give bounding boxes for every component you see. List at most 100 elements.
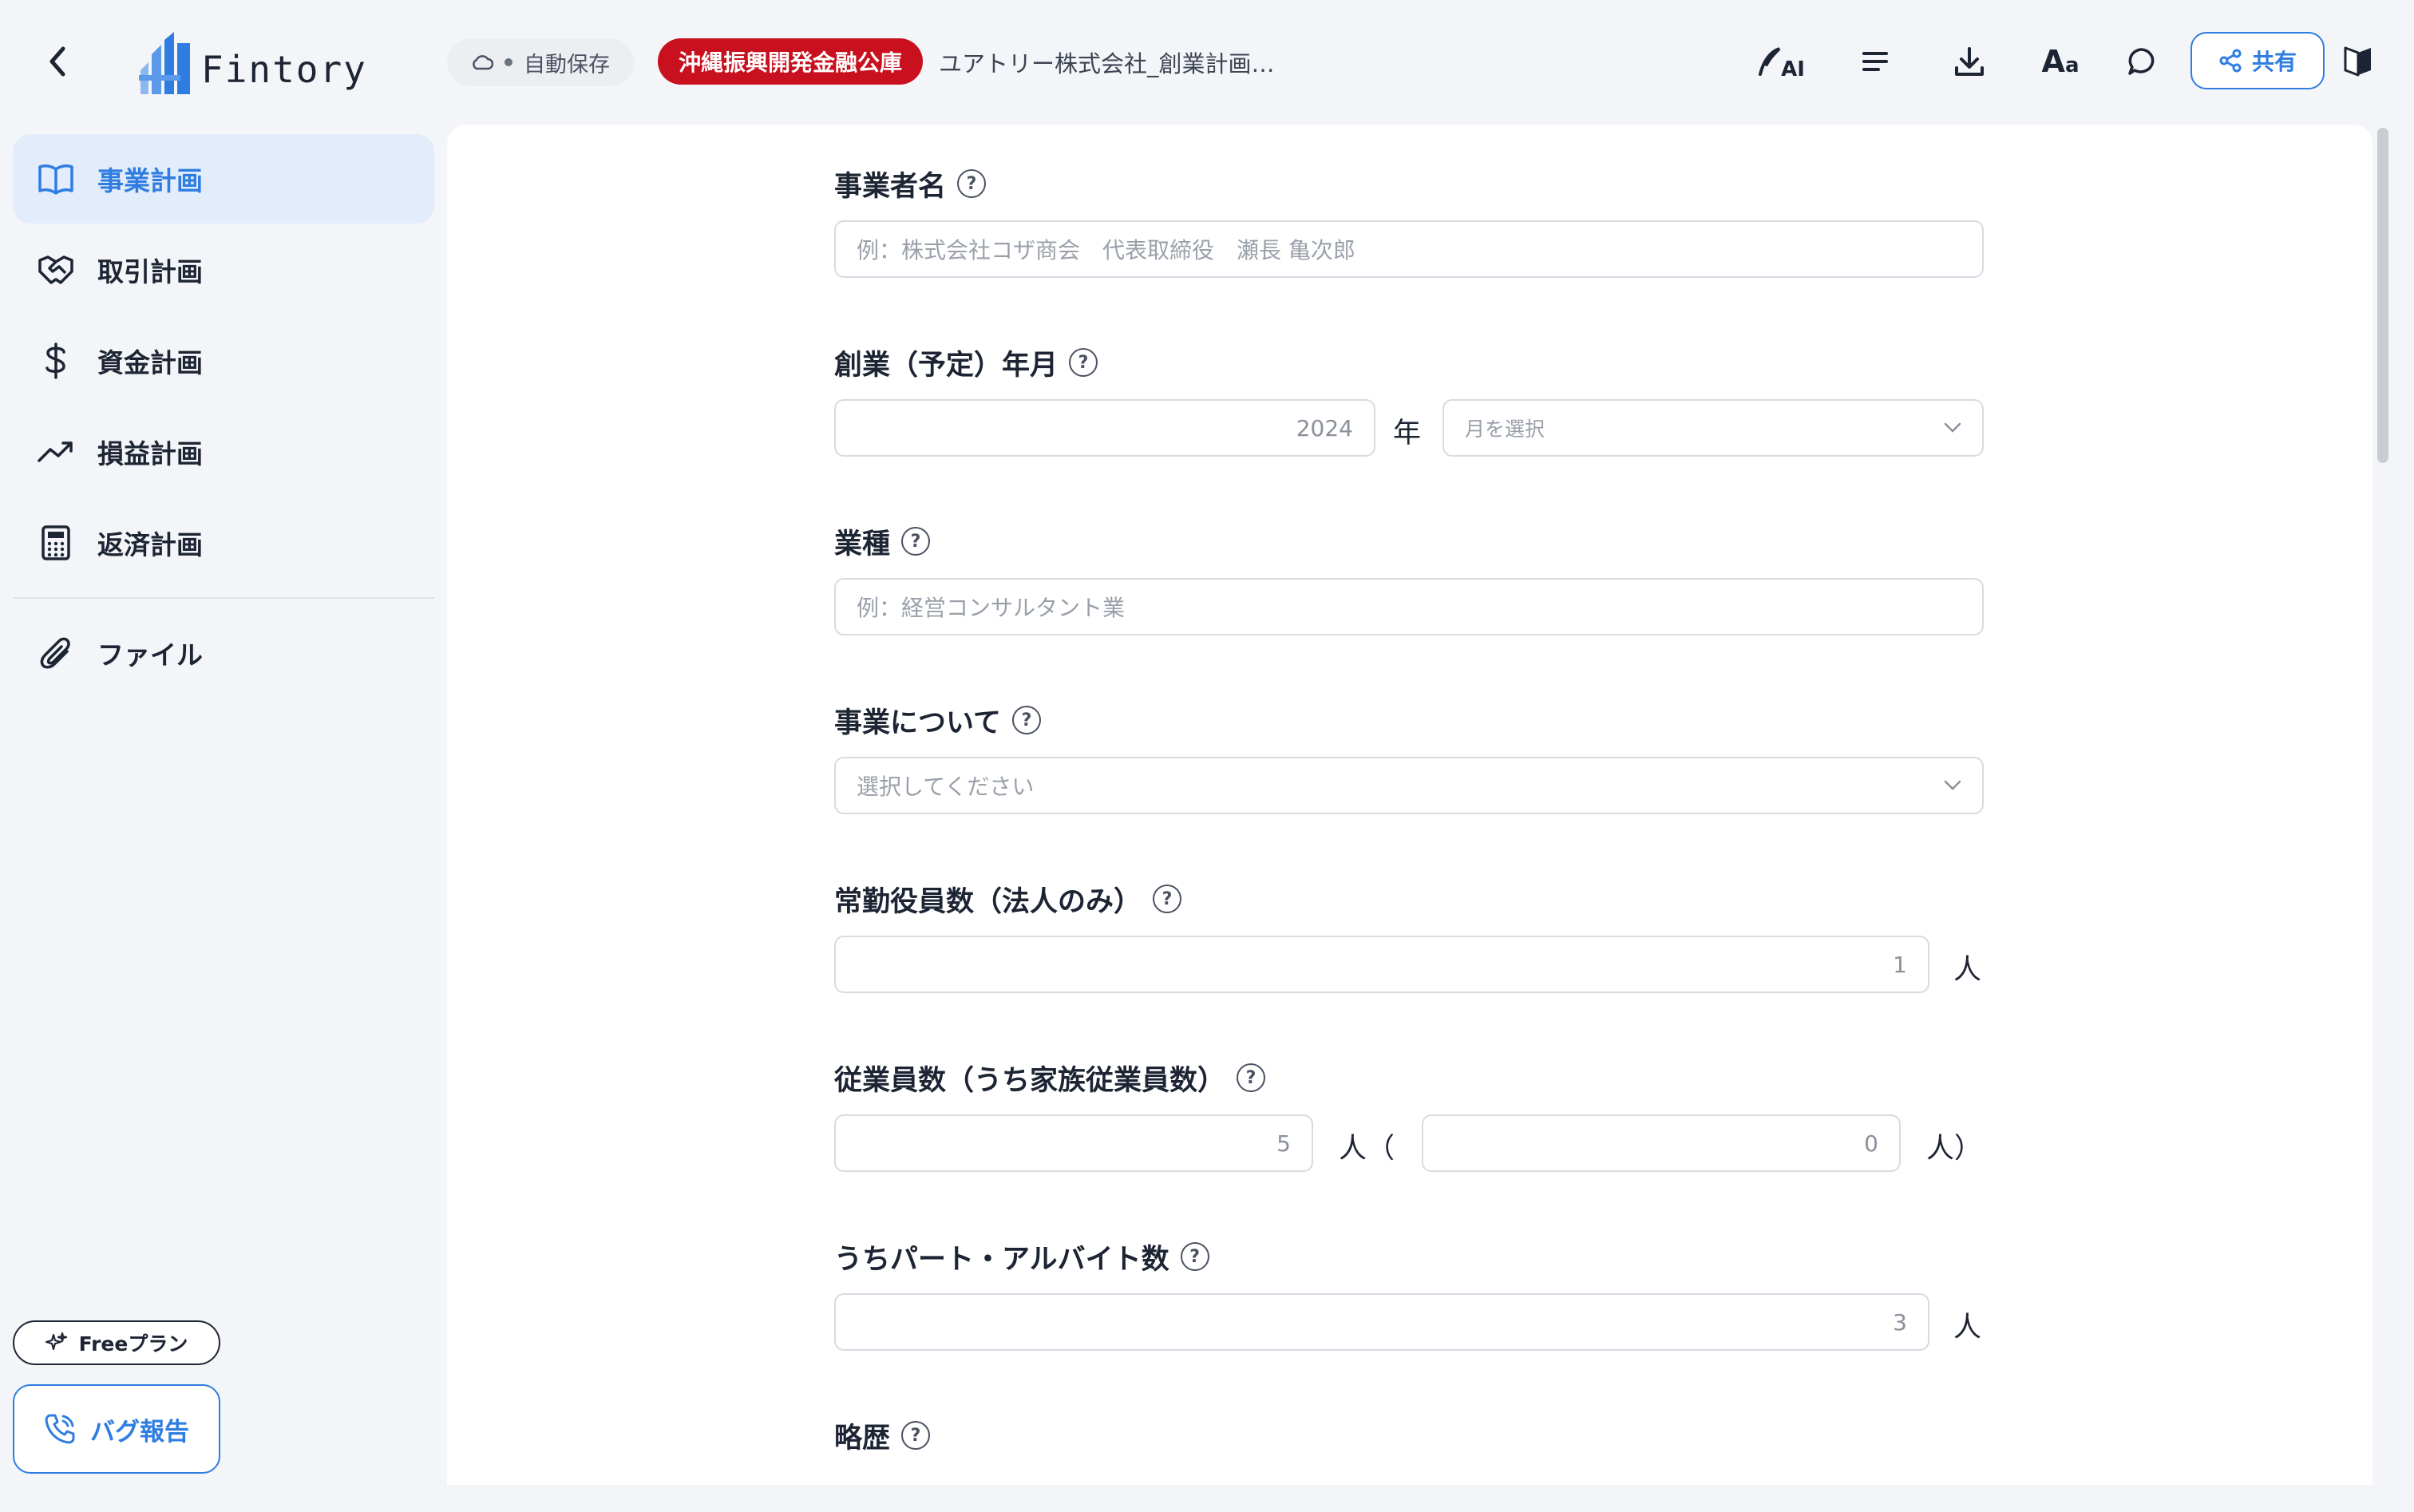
- field-label: 創業（予定）年月: [834, 349, 1059, 382]
- font-size-icon: Aa: [2042, 44, 2080, 79]
- cloud-icon: [473, 55, 493, 70]
- autosave-indicator: 自動保存: [447, 38, 634, 86]
- sidebar-item-business-plan[interactable]: 事業計画: [13, 134, 434, 224]
- download-icon: [1955, 47, 1984, 76]
- sidebar-item-label: 取引計画: [97, 256, 203, 287]
- download-button[interactable]: [1941, 34, 1997, 89]
- sidebar-item-label: 返済計画: [97, 529, 203, 560]
- document-title[interactable]: ユアトリー株式会社_創業計画…: [939, 46, 1275, 79]
- help-icon[interactable]: ?: [1180, 1242, 1209, 1271]
- part-time-field: うちパート・アルバイト数 ? 3 人: [834, 1237, 1984, 1351]
- chevron-left-icon: [49, 46, 65, 77]
- plan-label: Freeプラン: [78, 1332, 188, 1356]
- dollar-icon: [37, 342, 75, 380]
- founding-year-input[interactable]: 2024: [834, 399, 1375, 457]
- history-field: 略歴 ?: [834, 1416, 1984, 1455]
- sidebar: 事業計画 取引計画 資金計画 損益計画 返済計画 ファイル Freeプラン バグ…: [0, 125, 447, 1512]
- logo-text: Fintory: [201, 48, 367, 91]
- font-size-label-small: a: [2064, 53, 2080, 77]
- directors-field: 常勤役員数（法人のみ） ? 1 人: [834, 880, 1984, 993]
- share-button[interactable]: 共有: [2190, 32, 2325, 89]
- part-time-unit: 人: [1953, 1312, 1982, 1344]
- plan-badge[interactable]: Freeプラン: [13, 1320, 220, 1365]
- calculator-icon: [37, 524, 75, 562]
- field-label: 事業者名: [834, 170, 947, 203]
- industry-input[interactable]: 例：経営コンサルタント業: [834, 578, 1984, 635]
- font-size-button[interactable]: Aa: [2032, 34, 2088, 89]
- handshake-icon: [37, 251, 75, 289]
- lender-badge: 沖縄振興開発金融公庫: [658, 38, 924, 85]
- chat-bubble-icon: [2128, 48, 2155, 75]
- field-label: 事業について: [834, 707, 1001, 739]
- sidebar-item-repayment-plan[interactable]: 返済計画: [13, 498, 434, 588]
- sidebar-item-files[interactable]: ファイル: [13, 608, 434, 698]
- top-bar: Fintory 自動保存 沖縄振興開発金融公庫 ユアトリー株式会社_創業計画… …: [0, 0, 2414, 125]
- select-placeholder: 選択してください: [857, 774, 1035, 800]
- family-employees-input[interactable]: 0: [1422, 1114, 1901, 1172]
- field-label: 業種: [834, 528, 891, 560]
- logo-mark-icon: [139, 32, 190, 94]
- year-unit: 年: [1393, 418, 1422, 449]
- scrollbar-thumb[interactable]: [2377, 128, 2388, 463]
- sidebar-item-label: 資金計画: [97, 347, 203, 378]
- sidebar-item-profit-loss-plan[interactable]: 損益計画: [13, 407, 434, 497]
- founding-month-select[interactable]: 月を選択: [1442, 399, 1984, 457]
- help-icon[interactable]: ?: [1011, 706, 1041, 734]
- ai-label: AI: [1781, 57, 1805, 81]
- part-time-input[interactable]: 3: [834, 1293, 1929, 1351]
- share-icon: [2219, 49, 2242, 73]
- employees-field: 従業員数（うち家族従業員数） ? 5 人（ 0 人）: [834, 1059, 1984, 1172]
- font-size-label-large: A: [2041, 44, 2065, 79]
- logo[interactable]: Fintory: [137, 24, 367, 96]
- chevron-down-icon: [1944, 780, 1961, 790]
- business-owner-field: 事業者名 ? 例：株式会社コザ商会 代表取締役 瀬長 亀次郎: [834, 164, 1984, 278]
- business-owner-input[interactable]: 例：株式会社コザ商会 代表取締役 瀬長 亀次郎: [834, 220, 1984, 278]
- directors-input[interactable]: 1: [834, 936, 1929, 993]
- ai-feather-icon: [1759, 47, 1781, 76]
- comment-button[interactable]: [2114, 34, 2170, 89]
- help-icon[interactable]: ?: [901, 527, 931, 556]
- sidebar-item-label: 損益計画: [97, 438, 203, 469]
- autosave-label: 自動保存: [524, 52, 610, 77]
- sidebar-item-transaction-plan[interactable]: 取引計画: [13, 225, 434, 315]
- status-dot: [505, 58, 512, 66]
- book-icon: [37, 160, 75, 198]
- founding-date-field: 創業（予定）年月 ? 2024 年 月を選択: [834, 343, 1984, 457]
- sidebar-item-funding-plan[interactable]: 資金計画: [13, 316, 434, 406]
- help-icon[interactable]: ?: [957, 169, 987, 198]
- form-panel: 事業者名 ? 例：株式会社コザ商会 代表取締役 瀬長 亀次郎 創業（予定）年月 …: [447, 125, 2372, 1485]
- guide-book-button[interactable]: [2334, 34, 2382, 89]
- field-label: 常勤役員数（法人のみ）: [834, 885, 1142, 918]
- open-book-icon: [2344, 46, 2371, 77]
- bug-report-label: バグ報告: [90, 1417, 189, 1447]
- industry-field: 業種 ? 例：経営コンサルタント業: [834, 522, 1984, 635]
- field-label: 略歴: [834, 1422, 891, 1455]
- field-label: 従業員数（うち家族従業員数）: [834, 1064, 1226, 1097]
- month-placeholder: 月を選択: [1465, 418, 1545, 441]
- outline-button[interactable]: [1847, 34, 1903, 89]
- sidebar-item-label: 事業計画: [97, 165, 203, 196]
- help-icon[interactable]: ?: [1153, 885, 1182, 913]
- phone-call-icon: [45, 1414, 75, 1444]
- field-label: うちパート・アルバイト数: [834, 1243, 1169, 1276]
- bug-report-button[interactable]: バグ報告: [13, 1384, 220, 1474]
- ai-assist-button[interactable]: AI: [1753, 34, 1809, 89]
- paperclip-icon: [37, 634, 75, 672]
- sidebar-item-label: ファイル: [97, 639, 203, 671]
- sidebar-divider: [13, 597, 434, 599]
- back-button[interactable]: [42, 42, 73, 81]
- business-about-field: 事業について ? 選択してください: [834, 701, 1984, 814]
- employees-unit-open: 人（: [1339, 1133, 1395, 1165]
- directors-unit: 人: [1953, 954, 1982, 986]
- help-icon[interactable]: ?: [901, 1421, 931, 1450]
- menu-lines-icon: [1862, 52, 1888, 71]
- help-icon[interactable]: ?: [1069, 348, 1098, 377]
- sparkle-icon: [45, 1332, 67, 1351]
- chevron-down-icon: [1944, 422, 1961, 433]
- help-icon[interactable]: ?: [1237, 1063, 1266, 1092]
- employees-input[interactable]: 5: [834, 1114, 1313, 1172]
- share-label: 共有: [2251, 49, 2297, 75]
- employees-unit-close: 人）: [1926, 1133, 1983, 1165]
- business-about-select[interactable]: 選択してください: [834, 757, 1984, 814]
- trending-up-icon: [37, 433, 75, 471]
